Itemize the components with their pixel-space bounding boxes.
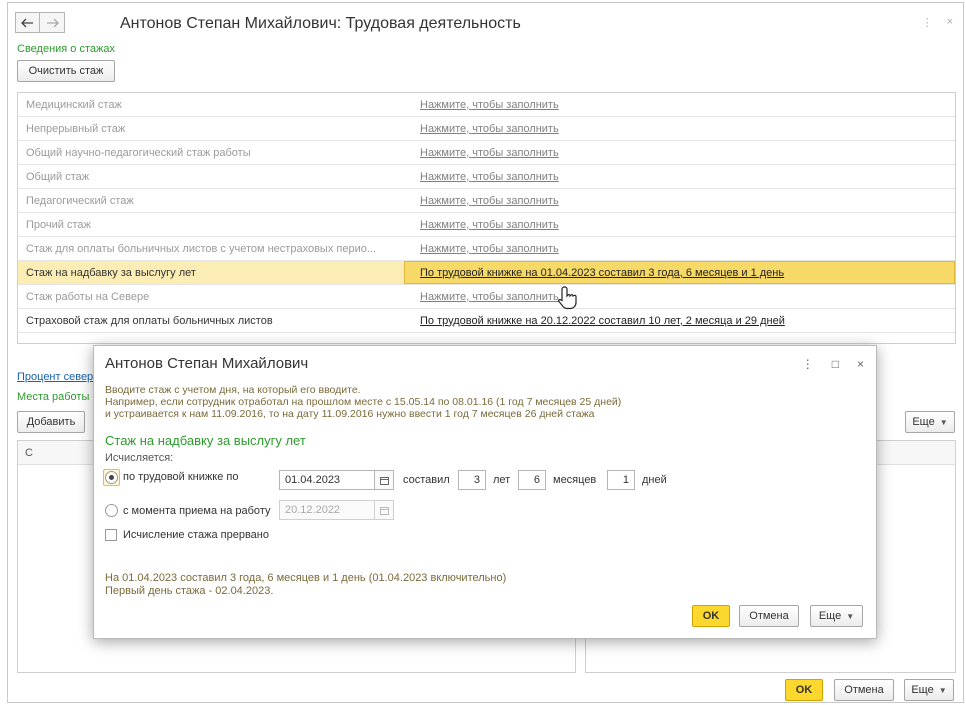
stazh-value-link[interactable]: Нажмите, чтобы заполнить — [420, 291, 559, 303]
chevron-down-icon: ▼ — [939, 417, 948, 427]
chevron-down-icon: ▼ — [846, 611, 855, 621]
stazh-value-link[interactable]: По трудовой книжке на 20.12.2022 состави… — [420, 315, 785, 327]
stazh-name: Медицинский стаж — [26, 98, 122, 111]
workplaces-label: Места работы — [17, 391, 90, 403]
stazh-row[interactable]: Общий научно-педагогический стаж работы … — [18, 141, 955, 165]
calendar-button[interactable] — [374, 470, 394, 490]
stazh-section-label: Сведения о стажах — [17, 43, 115, 55]
dialog-cancel-button[interactable]: Отмена — [739, 605, 799, 627]
hint-line: Вводите стаж с учетом дня, на который ег… — [105, 384, 361, 396]
stazh-name: Прочий стаж — [26, 218, 91, 231]
radio-hire[interactable] — [105, 504, 118, 517]
window-controls: ⋮ × — [922, 16, 953, 29]
stazh-name: Стаж на надбавку за выслугу лет — [26, 266, 196, 279]
stazh-row[interactable]: Общий стаж Нажмите, чтобы заполнить — [18, 165, 955, 189]
more-menu-icon[interactable]: ⋮ — [802, 357, 814, 371]
ok-button[interactable]: OK — [785, 679, 823, 701]
interrupted-checkbox[interactable] — [105, 529, 117, 541]
forward-button[interactable] — [40, 12, 65, 33]
stazh-row[interactable]: Стаж для оплаты больничных листов с учет… — [18, 237, 955, 261]
more-label: Еще — [818, 610, 842, 622]
arrow-left-icon — [21, 18, 33, 27]
calendar-button-disabled[interactable] — [374, 500, 394, 520]
stazh-value-link[interactable]: Нажмите, чтобы заполнить — [420, 195, 559, 207]
years-label: лет — [493, 474, 511, 486]
dialog-title: Антонов Степан Михайлович — [105, 355, 309, 372]
years-field[interactable]: 3 — [458, 470, 486, 490]
add-button[interactable]: Добавить — [17, 411, 85, 433]
cancel-button[interactable]: Отмена — [834, 679, 894, 701]
stazh-row[interactable]: Стаж работы на Севере Нажмите, чтобы зап… — [18, 285, 955, 309]
hint-line: и устраивается к нам 11.09.2016, то на д… — [105, 408, 595, 420]
percent-north-link[interactable]: Процент север — [17, 371, 93, 383]
stazh-value-link[interactable]: Нажмите, чтобы заполнить — [420, 147, 559, 159]
stazh-row[interactable]: Непрерывный стаж Нажмите, чтобы заполнит… — [18, 117, 955, 141]
stazh-value-link[interactable]: Нажмите, чтобы заполнить — [420, 243, 559, 255]
stazh-row[interactable]: Прочий стаж Нажмите, чтобы заполнить — [18, 213, 955, 237]
back-button[interactable] — [15, 12, 40, 33]
radio-selected-dot — [109, 475, 114, 480]
page-title: Антонов Степан Михайлович: Трудовая деят… — [120, 15, 521, 32]
stazh-name: Стаж для оплаты больничных листов с учет… — [26, 242, 376, 255]
calc-label: Исчисляется: — [105, 452, 174, 464]
calendar-icon — [379, 476, 389, 485]
stazh-name: Стаж работы на Севере — [26, 290, 150, 303]
days-label: дней — [642, 474, 667, 486]
more-label: Еще — [912, 416, 935, 428]
stazh-name: Общий научно-педагогический стаж работы — [26, 146, 251, 159]
composed-label: составил — [403, 474, 450, 486]
stazh-row[interactable]: Медицинский стаж Нажмите, чтобы заполнит… — [18, 93, 955, 117]
footer-more-button[interactable]: Еще ▼ — [904, 679, 954, 701]
nav-buttons — [15, 12, 65, 33]
close-icon[interactable]: × — [947, 16, 953, 29]
dialog-hint: Вводите стаж с учетом дня, на который ег… — [105, 384, 621, 420]
arrow-right-icon — [46, 18, 59, 27]
stazh-value-link[interactable]: По трудовой книжке на 01.04.2023 состави… — [420, 267, 784, 279]
more-label: Еще — [911, 684, 934, 696]
radio-book[interactable] — [105, 471, 118, 484]
dialog-more-button[interactable]: Еще ▼ — [810, 605, 863, 627]
stazh-name: Непрерывный стаж — [26, 122, 126, 135]
dialog-section-title: Стаж на надбавку за выслугу лет — [105, 433, 306, 448]
stazh-name: Страховой стаж для оплаты больничных лис… — [26, 314, 273, 327]
clear-stazh-button[interactable]: Очистить стаж — [17, 60, 115, 82]
days-field[interactable]: 1 — [607, 470, 635, 490]
more-button[interactable]: Еще ▼ — [905, 411, 955, 433]
book-date-field[interactable]: 01.04.2023 — [279, 470, 375, 490]
hand-cursor-icon — [557, 286, 577, 310]
chevron-down-icon: ▼ — [938, 685, 947, 695]
stazh-row[interactable]: Педагогический стаж Нажмите, чтобы запол… — [18, 189, 955, 213]
months-label: месяцев — [553, 474, 597, 486]
more-menu-icon[interactable]: ⋮ — [922, 16, 933, 29]
stazh-row-selected[interactable]: Стаж на надбавку за выслугу лет По трудо… — [18, 261, 955, 285]
result-line: На 01.04.2023 составил 3 года, 6 месяцев… — [105, 572, 507, 584]
stazh-table: Медицинский стаж Нажмите, чтобы заполнит… — [17, 92, 956, 344]
dialog-ok-button[interactable]: OK — [692, 605, 730, 627]
dialog-controls: ⋮ □ × — [802, 357, 864, 371]
maximize-icon[interactable]: □ — [832, 357, 839, 371]
result-text: На 01.04.2023 составил 3 года, 6 месяцев… — [105, 572, 506, 598]
stazh-dialog: Антонов Степан Михайлович ⋮ □ × Вводите … — [93, 345, 877, 639]
stazh-value-link[interactable]: Нажмите, чтобы заполнить — [420, 171, 559, 183]
stazh-value-link[interactable]: Нажмите, чтобы заполнить — [420, 123, 559, 135]
hire-date-field[interactable]: 20.12.2022 — [279, 500, 375, 520]
option-hire-label[interactable]: с момента приема на работу — [123, 505, 270, 517]
months-field[interactable]: 6 — [518, 470, 546, 490]
stazh-row[interactable]: Страховой стаж для оплаты больничных лис… — [18, 309, 955, 333]
stazh-name: Общий стаж — [26, 170, 90, 183]
hint-line: Например, если сотрудник отработал на пр… — [105, 396, 622, 408]
option-book-label[interactable]: по трудовой книжке по — [123, 471, 238, 483]
close-icon[interactable]: × — [857, 357, 864, 371]
result-line: Первый день стажа - 02.04.2023. — [105, 585, 274, 597]
stazh-value-link[interactable]: Нажмите, чтобы заполнить — [420, 99, 559, 111]
stazh-value-link[interactable]: Нажмите, чтобы заполнить — [420, 219, 559, 231]
stazh-name: Педагогический стаж — [26, 194, 134, 207]
interrupted-label[interactable]: Исчисление стажа прервано — [123, 529, 269, 541]
calendar-icon — [379, 506, 389, 515]
